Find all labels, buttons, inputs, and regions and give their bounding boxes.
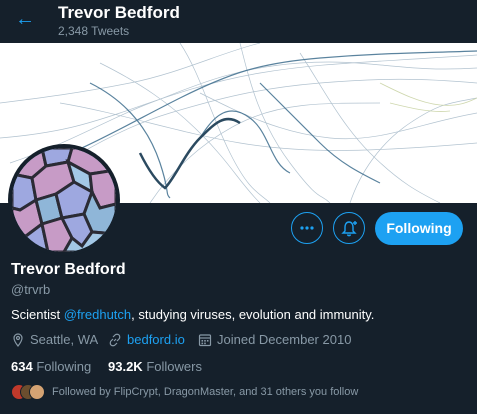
following-label: Following (36, 359, 92, 374)
following-button[interactable]: Following (375, 212, 463, 245)
followers-count-link[interactable]: 93.2K Followers (108, 359, 202, 374)
bio-suffix: , studying viruses, evolution and immuni… (131, 307, 375, 322)
following-count: 634 (11, 359, 33, 374)
join-date-text: Joined December 2010 (217, 332, 352, 347)
link-icon (109, 333, 121, 347)
more-options-button[interactable] (291, 212, 323, 244)
avatar-image (12, 148, 116, 252)
location-text: Seattle, WA (30, 332, 99, 347)
avatar[interactable] (8, 144, 120, 256)
profile-name: Trevor Bedford (11, 261, 126, 278)
bio-mention-link[interactable]: @fredhutch (64, 307, 131, 322)
following-count-link[interactable]: 634 Following (11, 359, 91, 374)
header-name: Trevor Bedford (58, 3, 180, 22)
location-pin-icon (13, 333, 23, 347)
profile-bio: Scientist @fredhutch, studying viruses, … (11, 307, 374, 322)
follower-avatar[interactable] (29, 384, 45, 400)
arrow-left-icon[interactable]: ← (14, 8, 36, 30)
bio-prefix: Scientist (11, 307, 64, 322)
notification-bell-icon (341, 221, 357, 237)
calendar-icon (198, 334, 212, 347)
followers-count: 93.2K (108, 359, 143, 374)
top-bar: ← Trevor Bedford 2,348 Tweets (0, 0, 477, 43)
followers-label: Followers (146, 359, 202, 374)
notification-button[interactable] (333, 212, 365, 244)
profile-handle: @trvrb (11, 282, 51, 297)
website-link[interactable]: bedford.io (127, 332, 185, 347)
tweet-count: 2,348 Tweets (58, 24, 130, 38)
more-options-icon (300, 226, 314, 230)
followed-by-text[interactable]: Followed by FlipCrypt, DragonMaster, and… (52, 386, 358, 398)
